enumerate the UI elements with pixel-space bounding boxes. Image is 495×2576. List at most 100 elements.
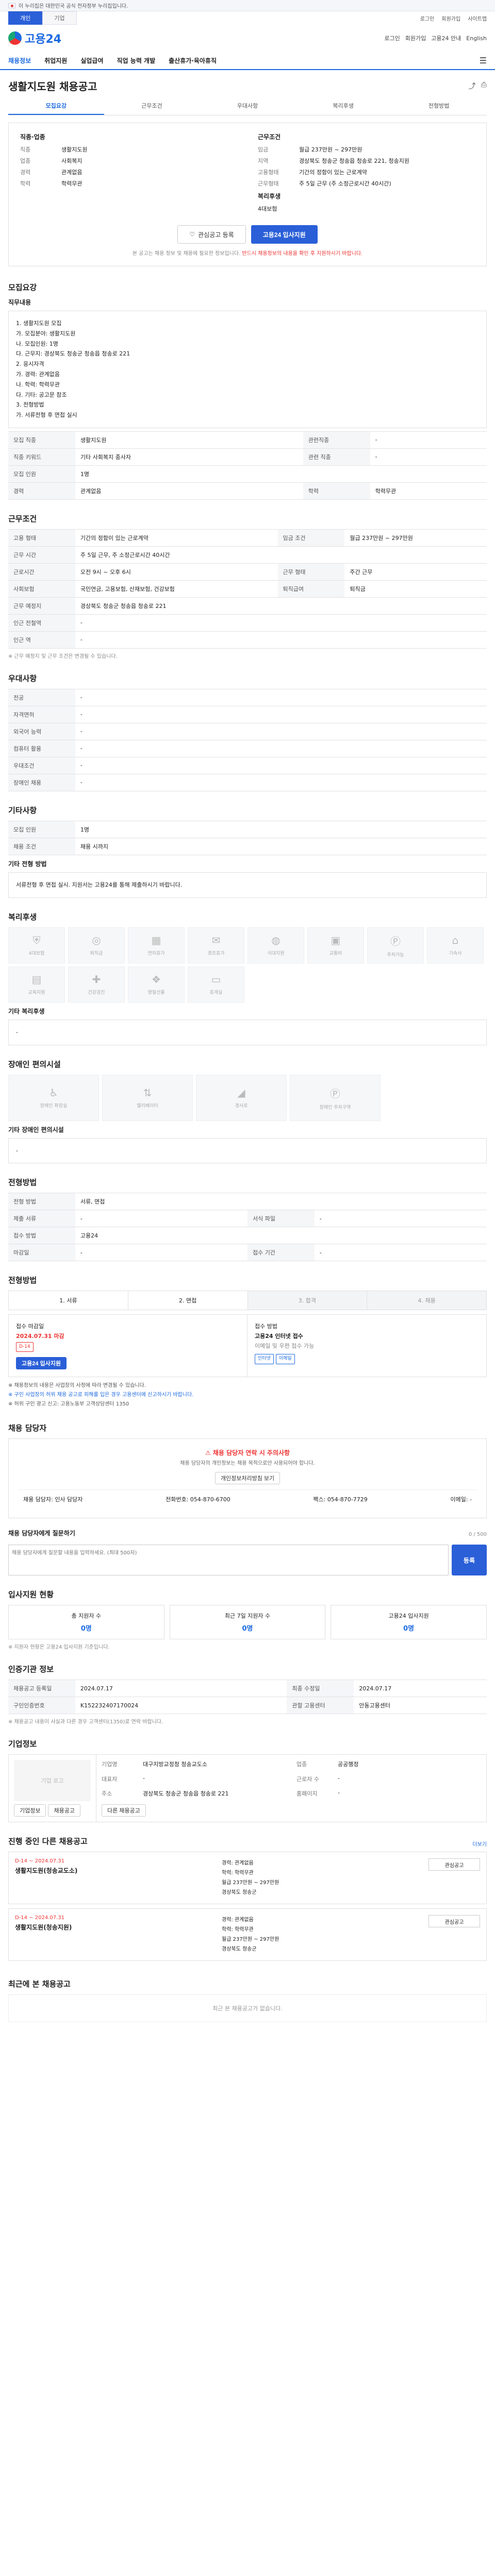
prefer-table: 전공 - 자격면허 - 외국어 능력 - 컴퓨터 활용 - 우대조건 - 장애인 채용 - <box>8 688 487 791</box>
facility-section: 장애인 편의시설 ♿ 장애인 화장실 ⇅ 엘리베이터 ◢ 경사로 Ⓟ 장애인 주차구역 … <box>8 1050 487 1169</box>
summary-notice: 본 공고는 채용 정보 및 채용에 필요한 정보입니다. 반드시 채용정보의 내… <box>132 251 363 257</box>
page-title: 생활지도원 채용공고 <box>8 80 97 93</box>
nav-support[interactable]: 취업지원 <box>44 56 67 65</box>
meal-icon: ◍ <box>271 934 280 947</box>
welfare-item: Ⓟ 주차가능 <box>367 927 424 963</box>
welfare-item: ✉ 경조휴가 <box>188 927 244 963</box>
elevator-icon: ⇅ <box>143 1087 152 1099</box>
signup-link[interactable]: 회원가입 <box>441 14 460 22</box>
print-icon[interactable]: ⎙ <box>481 81 487 91</box>
menu-icon[interactable]: ☰ <box>480 56 487 65</box>
tab-work[interactable]: 근무조건 <box>104 97 200 115</box>
section-tabs: 모집요강 근무조건 우대사항 복리후생 전형방법 <box>8 97 487 115</box>
more-jobs-button[interactable]: 다른 채용공고 <box>102 1804 146 1817</box>
tab-welfare[interactable]: 복리후생 <box>295 97 391 115</box>
work-table: 고용 형태 기간의 정함이 있는 근로계약 임금 조건 월급 237만원 ~ 297만… <box>8 529 487 649</box>
tab-personal[interactable]: 개인 <box>8 11 43 25</box>
login-link[interactable]: 로그인 <box>420 14 435 22</box>
other-table: 모집 인원 1명 채용 조건 채용 시까지 <box>8 820 487 855</box>
recruit-section: 모집요강 직무내용 1. 생활지도원 모집 가. 모집분야: 생활지도원 나. 모집… <box>8 274 487 505</box>
welfare-item: ▦ 연차휴가 <box>128 927 185 963</box>
house-icon: ⌂ <box>452 934 459 947</box>
selection-steps: 1. 서류 2. 면접 3. 합격 4. 채용 <box>8 1291 487 1311</box>
contact-box: ⚠ 채용 담당자 연락 시 주의사항 채용 담당자의 개인정보는 채용 목적으로… <box>8 1438 487 1519</box>
more-link[interactable]: 더보기 <box>472 1840 487 1848</box>
step-item: 3. 합격 <box>248 1291 368 1310</box>
recent-section: 최근에 본 채용공고 최근 본 채용공고가 없습니다. <box>8 1970 487 2038</box>
nav-training[interactable]: 직업 능력 개발 <box>117 56 156 65</box>
facility-item: ◢ 경사로 <box>196 1074 287 1121</box>
header-english[interactable]: English <box>466 35 487 42</box>
facility-list: ♿ 장애인 화장실 ⇅ 엘리베이터 ◢ 경사로 Ⓟ 장애인 주차구역 <box>8 1074 487 1121</box>
duty-box: 1. 생활지도원 모집 가. 모집분야: 생활지도원 나. 모집인원: 1명 다. 근… <box>8 311 487 428</box>
summary-card: 직종·업종 직종 생활지도원 업종 사회복지 경력 관계없음 학력 학력무관 근무조건 … <box>8 123 487 266</box>
logo[interactable]: 고용24 <box>8 30 61 46</box>
step-item: 2. 면접 <box>128 1291 248 1310</box>
nav-jobs[interactable]: 채용정보 <box>8 56 31 65</box>
welfare-item: ◎ 퇴직금 <box>68 927 125 963</box>
ramp-icon: ◢ <box>237 1087 245 1099</box>
list-item[interactable]: D-14 ~ 2024.07.31 생활지도원(청송교도소) 경력: 관계없음 학력… <box>8 1852 487 1905</box>
recruit-table: 모집 직종 생활지도원 관련직종 - 직종 키워드 기타 사회복지 종사자 관련 직종 - … <box>8 431 487 500</box>
health-icon: ✚ <box>92 973 101 986</box>
sitemap-link[interactable]: 사이트맵 <box>468 14 487 22</box>
similar-section: 진행 중인 다른 채용공고 더보기 D-14 ~ 2024.07.31 생활지도원(… <box>8 1827 487 1970</box>
header-login[interactable]: 로그인 <box>384 34 400 42</box>
welfare-section: 복리후생 ⛨ 4대보험 ◎ 퇴직금 ▦ 연차휴가 ✉ 경조휴가 ◍ 식대지원 ▣ 교통비 Ⓟ… <box>8 903 487 1050</box>
bookmark-button[interactable]: 관심공고 <box>428 1915 480 1928</box>
main-nav: 채용정보 취업지원 실업급여 직업 능력 개발 출산휴가·육아휴직 ☰ <box>0 52 495 70</box>
work-section: 근무조건 고용 형태 기간의 정함이 있는 근로계약 임금 조건 월급 237만원 ~… <box>8 505 487 665</box>
coin-icon: ◎ <box>92 934 101 947</box>
welfare-item: ⌂ 기숙사 <box>427 927 484 963</box>
other-section: 기타사항 모집 인원 1명 채용 조건 채용 시까지 기타 전형 방법 서류전형 후… <box>8 796 487 903</box>
sofa-icon: ▭ <box>211 973 221 986</box>
apply-box: 접수 마감일 2024.07.31 마감 D-14 고용24 입사지원 접수 방… <box>8 1314 487 1378</box>
recent-empty: 최근 본 채용공고가 없습니다. <box>8 1994 487 2023</box>
header-guide[interactable]: 고용24 안내 <box>431 34 461 42</box>
page-title-bar: 생활지도원 채용공고 ⤴ ⎙ <box>0 70 495 97</box>
stat-card: 고용24 입사지원 0명 <box>331 1605 487 1640</box>
heart-icon: ♡ <box>189 231 195 238</box>
save-job-button[interactable]: ♡ 관심공고 등록 <box>177 225 246 244</box>
welfare-item: ▣ 교통비 <box>307 927 364 963</box>
deadline-date: 2024.07.31 마감 <box>16 1333 64 1340</box>
nav-benefit[interactable]: 실업급여 <box>80 56 103 65</box>
prefer-section: 우대사항 전공 - 자격면허 - 외국어 능력 - 컴퓨터 활용 - 우대조건 - 장애인… <box>8 665 487 796</box>
selection-section: 전형방법 전형 방법 서류, 면접 제출 서류 - 서식 파일 - 접수 방법 고용24 … <box>8 1168 487 1266</box>
stat-card: 최근 7일 지원자 수 0명 <box>169 1605 326 1640</box>
calendar-icon: ▦ <box>151 934 161 947</box>
privacy-button[interactable]: 개인정보처리방침 보기 <box>214 1472 280 1485</box>
company-jobs-button[interactable]: 채용공고 <box>48 1804 80 1817</box>
bookmark-button[interactable]: 관심공고 <box>428 1858 480 1871</box>
nav-leave[interactable]: 출산휴가·육아휴직 <box>169 56 217 65</box>
list-item[interactable]: D-14 ~ 2024.07.31 생활지도원(청송지원) 경력: 관계없음 학력:… <box>8 1908 487 1961</box>
welfare-item: ❖ 명절선물 <box>128 966 185 1003</box>
dday-badge: D-14 <box>16 1342 34 1352</box>
facility-item: ♿ 장애인 화장실 <box>8 1074 99 1121</box>
posting-table: 채용공고 등록일 2024.07.17 최종 수정일 2024.07.17 구인인증번… <box>8 1680 487 1715</box>
inquiry-input[interactable] <box>8 1545 449 1576</box>
company-info-button[interactable]: 기업정보 <box>14 1804 46 1817</box>
inquiry-submit-button[interactable]: 등록 <box>451 1545 487 1576</box>
tab-business[interactable]: 기업 <box>42 11 77 25</box>
contact-section: 채용 담당자 ⚠ 채용 담당자 연락 시 주의사항 채용 담당자의 개인정보는 … <box>8 1414 487 1581</box>
welfare-item: ✚ 건강검진 <box>68 966 125 1003</box>
present-icon: ❖ <box>152 973 161 986</box>
wheelchair-icon: ♿ <box>49 1087 58 1099</box>
selection-table: 전형 방법 서류, 면접 제출 서류 - 서식 파일 - 접수 방법 고용24 마감일 - 접… <box>8 1193 487 1262</box>
step-item: 1. 서류 <box>9 1291 128 1310</box>
header-signup[interactable]: 회원가입 <box>405 34 426 42</box>
apply-button[interactable]: 고용24 입사지원 <box>251 225 318 244</box>
step-item: 4. 채용 <box>367 1291 486 1310</box>
welfare-item: ▭ 휴게실 <box>188 966 244 1003</box>
posting-section: 인증기관 정보 채용공고 등록일 2024.07.17 최종 수정일 2024.07.… <box>8 1655 487 1730</box>
gov-banner: 이 누리집은 대한민국 공식 전자정부 누리집입니다. <box>0 0 495 11</box>
tab-prefer[interactable]: 우대사항 <box>200 97 295 115</box>
tab-recruit[interactable]: 모집요강 <box>8 97 104 115</box>
tab-selection[interactable]: 전형방법 <box>391 97 487 115</box>
bus-icon: ▣ <box>331 934 341 947</box>
book-icon: ▤ <box>31 973 42 986</box>
apply-button-2[interactable]: 고용24 입사지원 <box>16 1357 67 1370</box>
logo-icon <box>8 31 22 45</box>
share-icon[interactable]: ⤴ <box>469 81 476 91</box>
